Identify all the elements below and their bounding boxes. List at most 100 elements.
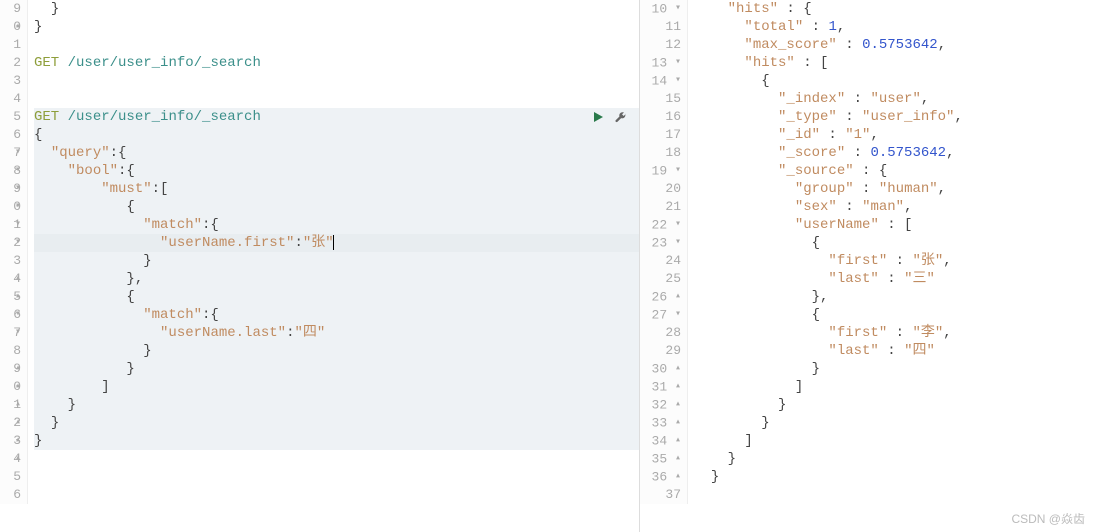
request-code-line[interactable]: "userName.first":"张"	[34, 234, 639, 252]
request-code-line[interactable]: "must":[	[34, 180, 639, 198]
response-line-number: 21	[640, 198, 681, 216]
text-cursor	[333, 235, 334, 250]
response-code-line: {	[694, 234, 1095, 252]
request-line-number: 4	[0, 450, 21, 468]
request-code-line[interactable]	[34, 90, 639, 108]
response-code-line: "last" : "四"	[694, 342, 1095, 360]
response-code-line: "total" : 1,	[694, 18, 1095, 36]
request-line-number: 7 ▾	[0, 144, 21, 162]
response-line-number: 26 ▴	[640, 288, 681, 306]
request-code-line[interactable]: }	[34, 252, 639, 270]
request-code-line[interactable]: }	[34, 18, 639, 36]
request-code-line[interactable]: },	[34, 270, 639, 288]
request-code-line[interactable]: {	[34, 198, 639, 216]
response-code-line: "sex" : "man",	[694, 198, 1095, 216]
request-code-line[interactable]: "match":{	[34, 216, 639, 234]
request-code[interactable]: }} GET /user/user_info/_search GET /user/u…	[28, 0, 639, 504]
request-code-line[interactable]: {	[34, 288, 639, 306]
response-line-number: 13 ▾	[640, 54, 681, 72]
request-code-line[interactable]: "userName.last":"四"	[34, 324, 639, 342]
response-code-line: "max_score" : 0.5753642,	[694, 36, 1095, 54]
request-code-line[interactable]: "query":{	[34, 144, 639, 162]
fold-toggle-icon[interactable]: ▾	[675, 237, 681, 248]
request-code-line[interactable]: GET /user/user_info/_search	[34, 54, 639, 72]
fold-toggle-icon[interactable]: ▴	[675, 417, 681, 428]
request-line-number: 4 ▴	[0, 270, 21, 288]
fold-toggle-icon[interactable]: ▾	[675, 165, 681, 176]
request-line-number: 0 ▴	[0, 378, 21, 396]
response-code-line: {	[694, 306, 1095, 324]
fold-toggle-icon[interactable]: ▴	[675, 453, 681, 464]
response-code-line: ]	[694, 378, 1095, 396]
request-line-number: 5	[0, 468, 21, 486]
response-code-line: "_id" : "1",	[694, 126, 1095, 144]
request-line-number: 2 ▴	[0, 414, 21, 432]
request-line-number: 2	[0, 234, 21, 252]
request-code-line[interactable]	[34, 468, 639, 486]
fold-toggle-icon[interactable]: ▴	[675, 471, 681, 482]
response-code-line: }	[694, 360, 1095, 378]
fold-toggle-icon[interactable]: ▴	[675, 399, 681, 410]
response-line-number: 31 ▴	[640, 378, 681, 396]
request-code-line[interactable]: }	[34, 414, 639, 432]
response-line-number: 18	[640, 144, 681, 162]
request-line-number: 1	[0, 36, 21, 54]
request-line-number: 6 ▾	[0, 306, 21, 324]
fold-toggle-icon[interactable]: ▴	[675, 363, 681, 374]
request-line-number: 3	[0, 72, 21, 90]
fold-toggle-icon[interactable]: ▾	[675, 57, 681, 68]
request-code-line[interactable]: }	[34, 0, 639, 18]
request-code-line[interactable]: "match":{	[34, 306, 639, 324]
request-code-line[interactable]	[34, 450, 639, 468]
request-code-line[interactable]: }	[34, 360, 639, 378]
response-code-line: "userName" : [	[694, 216, 1095, 234]
response-line-number: 33 ▴	[640, 414, 681, 432]
request-line-number: 8 ▾	[0, 162, 21, 180]
fold-toggle-icon[interactable]: ▾	[675, 309, 681, 320]
request-line-number: 1 ▴	[0, 396, 21, 414]
request-code-line[interactable]: "bool":{	[34, 162, 639, 180]
request-line-number: 5 ▾	[0, 288, 21, 306]
request-line-number: 6 ▾	[0, 126, 21, 144]
fold-toggle-icon[interactable]: ▾	[675, 75, 681, 86]
request-line-number: 9 ▾	[0, 180, 21, 198]
request-code-line[interactable]: }	[34, 396, 639, 414]
wrench-icon[interactable]	[614, 111, 627, 124]
fold-toggle-icon[interactable]: ▴	[675, 381, 681, 392]
response-code-line: {	[694, 72, 1095, 90]
response-line-number: 32 ▴	[640, 396, 681, 414]
request-code-line[interactable]: {	[34, 126, 639, 144]
request-code-line[interactable]: GET /user/user_info/_search	[34, 108, 639, 126]
response-line-number: 27 ▾	[640, 306, 681, 324]
response-code-line	[694, 486, 1095, 504]
fold-toggle-icon[interactable]: ▴	[675, 435, 681, 446]
request-line-number: 1 ▾	[0, 216, 21, 234]
response-code-line: "_source" : {	[694, 162, 1095, 180]
response-line-number: 20	[640, 180, 681, 198]
request-code-line[interactable]: }	[34, 432, 639, 450]
request-line-number: 0	[0, 18, 21, 36]
request-code-line[interactable]: }	[34, 342, 639, 360]
response-line-number: 14 ▾	[640, 72, 681, 90]
response-line-number: 10 ▾	[640, 0, 681, 18]
request-code-line[interactable]	[34, 486, 639, 504]
play-icon[interactable]	[592, 111, 604, 123]
request-code-line[interactable]	[34, 36, 639, 54]
request-code-line[interactable]	[34, 72, 639, 90]
fold-toggle-icon[interactable]: ▴	[675, 291, 681, 302]
response-line-number: 36 ▴	[640, 468, 681, 486]
request-line-number: 3 ▴	[0, 252, 21, 270]
request-line-number: 6	[0, 486, 21, 504]
response-line-number: 12	[640, 36, 681, 54]
request-code-line[interactable]: ]	[34, 378, 639, 396]
request-line-number: 4	[0, 90, 21, 108]
watermark-text: CSDN @焱齿	[1011, 510, 1085, 528]
response-code-line: "first" : "张",	[694, 252, 1095, 270]
response-gutter: 10 ▾111213 ▾14 ▾1516171819 ▾202122 ▾23 ▾…	[640, 0, 688, 504]
fold-toggle-icon[interactable]: ▾	[675, 219, 681, 230]
response-code: "hits" : { "total" : 1, "max_score" : 0.…	[688, 0, 1095, 504]
response-line-number: 37	[640, 486, 681, 504]
response-code-line: ]	[694, 432, 1095, 450]
fold-toggle-icon[interactable]: ▾	[675, 3, 681, 14]
response-line-number: 29	[640, 342, 681, 360]
